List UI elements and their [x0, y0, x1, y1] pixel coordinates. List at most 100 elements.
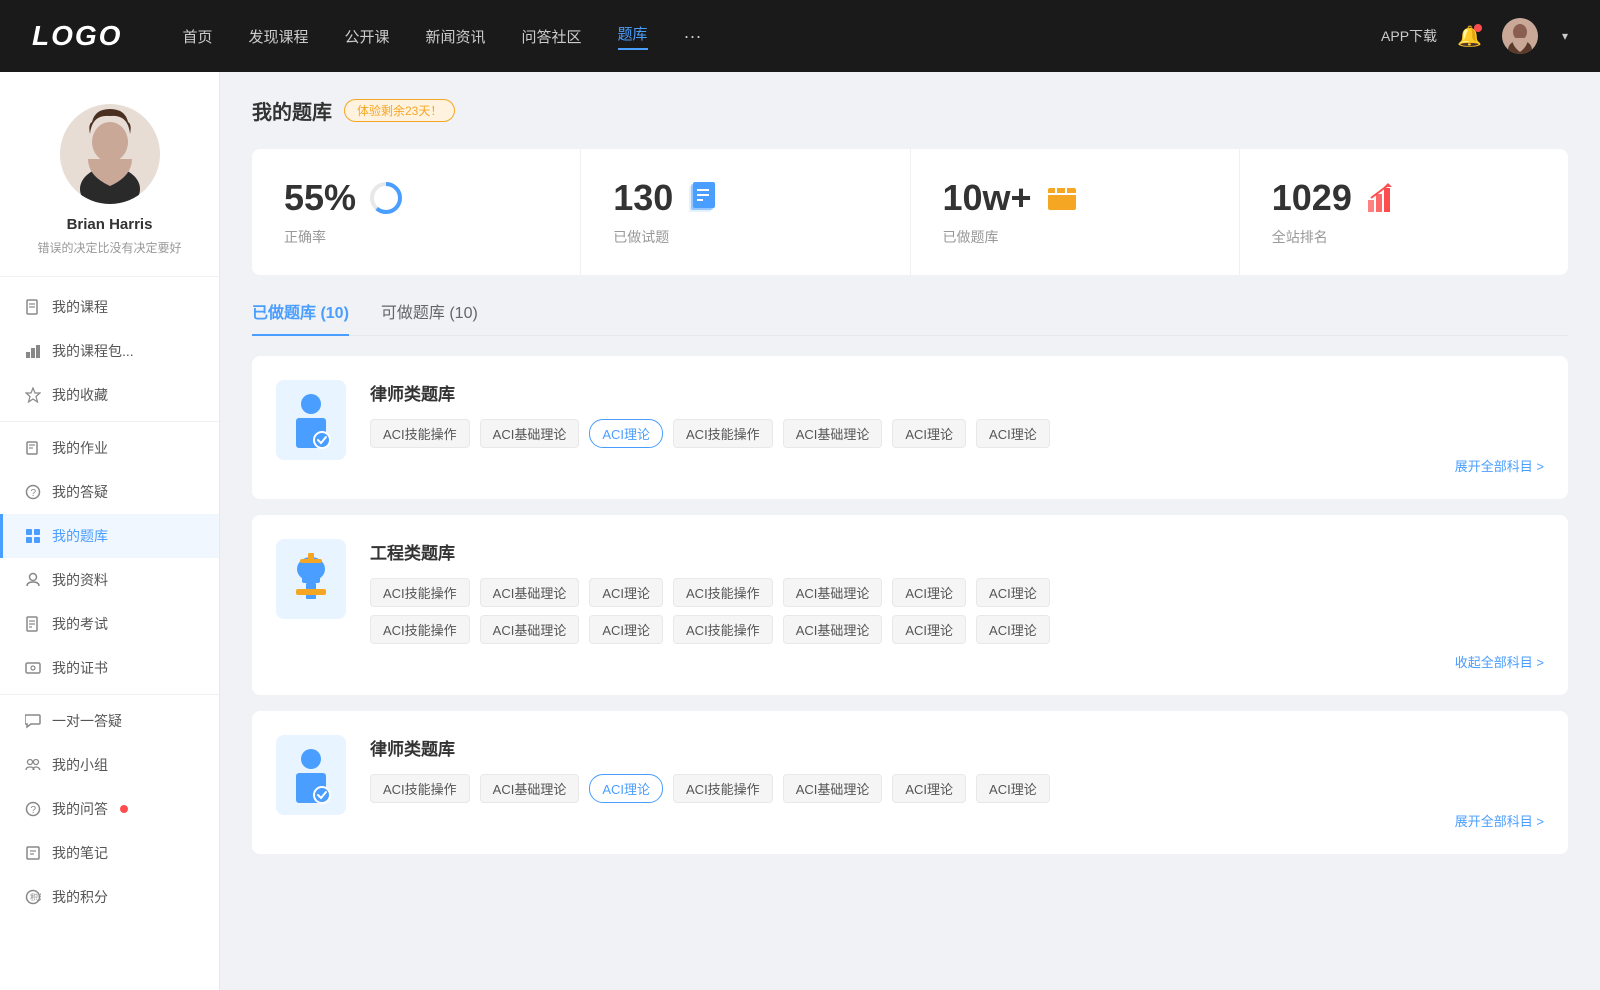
- law2-tag-6[interactable]: ACI理论: [976, 774, 1050, 803]
- qbank-card-engineering: 工程类题库 ACI技能操作 ACI基础理论 ACI理论 ACI技能操作 ACI基…: [252, 515, 1568, 695]
- notification-dot: [1474, 24, 1482, 32]
- stat-ranking-label: 全站排名: [1272, 227, 1536, 247]
- sidebar-item-1on1[interactable]: 一对一答疑: [0, 699, 219, 743]
- nav-links: 首页 发现课程 公开课 新闻资讯 问答社区 题库 ···: [182, 23, 1381, 50]
- sidebar-item-points[interactable]: 积分 我的积分: [0, 875, 219, 919]
- stat-questions-value: 130: [613, 177, 673, 219]
- tag-1[interactable]: ACI基础理论: [480, 419, 580, 448]
- file-icon: [24, 298, 42, 316]
- nav-home[interactable]: 首页: [182, 26, 212, 47]
- eng-tag-1[interactable]: ACI基础理论: [480, 578, 580, 607]
- qbank-tags-lawyer-1: ACI技能操作 ACI基础理论 ACI理论 ACI技能操作 ACI基础理论 AC…: [370, 419, 1544, 448]
- ranking-icon: [1364, 180, 1400, 216]
- sidebar-divider-1: [0, 421, 219, 422]
- sidebar-menu: 我的课程 我的课程包... 我的收藏 我的作业: [0, 277, 219, 927]
- nav-qbank[interactable]: 题库: [618, 23, 648, 50]
- law2-tag-5[interactable]: ACI理论: [892, 774, 966, 803]
- eng-tag-5[interactable]: ACI理论: [892, 578, 966, 607]
- sidebar-label-favorites: 我的收藏: [52, 385, 108, 405]
- eng-tag2-0[interactable]: ACI技能操作: [370, 615, 470, 644]
- law2-tag-4[interactable]: ACI基础理论: [783, 774, 883, 803]
- collapse-link-engineering[interactable]: 收起全部科目 >: [370, 652, 1544, 671]
- score-icon: 积分: [24, 888, 42, 906]
- sidebar-item-groups[interactable]: 我的小组: [0, 743, 219, 787]
- tab-available[interactable]: 可做题库 (10): [381, 299, 478, 335]
- page-header: 我的题库 体验剩余23天！: [252, 96, 1568, 125]
- trial-badge: 体验剩余23天！: [344, 99, 455, 122]
- law2-tag-0[interactable]: ACI技能操作: [370, 774, 470, 803]
- sidebar-item-qbank[interactable]: 我的题库: [0, 514, 219, 558]
- sidebar-item-exams[interactable]: 我的考试: [0, 602, 219, 646]
- sidebar-label-1on1: 一对一答疑: [52, 711, 122, 731]
- expand-link-lawyer-2[interactable]: 展开全部科目 >: [370, 811, 1544, 830]
- nav-news[interactable]: 新闻资讯: [426, 26, 486, 47]
- tag-4[interactable]: ACI基础理论: [783, 419, 883, 448]
- tag-6[interactable]: ACI理论: [976, 419, 1050, 448]
- tabs-row: 已做题库 (10) 可做题库 (10): [252, 299, 1568, 336]
- qbank-icon-lawyer-2: [276, 735, 346, 815]
- sidebar-item-courses[interactable]: 我的课程: [0, 285, 219, 329]
- nav-more[interactable]: ···: [684, 26, 702, 47]
- svg-text:积分: 积分: [30, 892, 41, 902]
- edit-icon: [24, 439, 42, 457]
- notification-bell[interactable]: 🔔: [1457, 24, 1482, 49]
- eng-tag2-5[interactable]: ACI理论: [892, 615, 966, 644]
- law2-tag-1[interactable]: ACI基础理论: [480, 774, 580, 803]
- logo[interactable]: LOGO: [32, 20, 122, 52]
- tag-2[interactable]: ACI理论: [589, 419, 663, 448]
- svg-text:?: ?: [31, 488, 37, 499]
- stat-questions-label: 已做试题: [613, 227, 877, 247]
- stat-ranking-value: 1029: [1272, 177, 1352, 219]
- navbar: LOGO 首页 发现课程 公开课 新闻资讯 问答社区 题库 ··· APP下载 …: [0, 0, 1600, 72]
- eng-tag2-3[interactable]: ACI技能操作: [673, 615, 773, 644]
- qbank-content-engineering: 工程类题库 ACI技能操作 ACI基础理论 ACI理论 ACI技能操作 ACI基…: [370, 539, 1544, 671]
- star-icon: [24, 386, 42, 404]
- sidebar-item-homework[interactable]: 我的作业: [0, 426, 219, 470]
- sidebar-label-homework: 我的作业: [52, 438, 108, 458]
- user-avatar[interactable]: [1502, 18, 1538, 54]
- eng-tag2-2[interactable]: ACI理论: [589, 615, 663, 644]
- sidebar-label-profile: 我的资料: [52, 570, 108, 590]
- eng-tag-4[interactable]: ACI基础理论: [783, 578, 883, 607]
- law2-tag-2[interactable]: ACI理论: [589, 774, 663, 803]
- sidebar-label-course-packages: 我的课程包...: [52, 341, 134, 361]
- eng-tag-2[interactable]: ACI理论: [589, 578, 663, 607]
- eng-tag-6[interactable]: ACI理论: [976, 578, 1050, 607]
- questions-done-icon: [685, 180, 721, 216]
- law2-tag-3[interactable]: ACI技能操作: [673, 774, 773, 803]
- sidebar-label-notes: 我的笔记: [52, 843, 108, 863]
- sidebar-item-course-packages[interactable]: 我的课程包...: [0, 329, 219, 373]
- qbank-content-lawyer-1: 律师类题库 ACI技能操作 ACI基础理论 ACI理论 ACI技能操作 ACI基…: [370, 380, 1544, 475]
- sidebar-item-profile[interactable]: 我的资料: [0, 558, 219, 602]
- stat-banks-label: 已做题库: [943, 227, 1207, 247]
- app-download-button[interactable]: APP下载: [1381, 26, 1437, 46]
- eng-tag2-1[interactable]: ACI基础理论: [480, 615, 580, 644]
- sidebar-item-my-qa[interactable]: ? 我的答疑: [0, 470, 219, 514]
- sidebar-item-questions[interactable]: ? 我的问答: [0, 787, 219, 831]
- questions-badge: [120, 805, 128, 813]
- tab-done[interactable]: 已做题库 (10): [252, 299, 349, 335]
- expand-link-lawyer-1[interactable]: 展开全部科目 >: [370, 456, 1544, 475]
- stat-accuracy-value: 55%: [284, 177, 356, 219]
- banks-done-icon: [1044, 180, 1080, 216]
- nav-public-course[interactable]: 公开课: [344, 26, 389, 47]
- sidebar-label-groups: 我的小组: [52, 755, 108, 775]
- sidebar-divider-2: [0, 694, 219, 695]
- sidebar-label-points: 我的积分: [52, 887, 108, 907]
- nav-discover[interactable]: 发现课程: [248, 26, 308, 47]
- nav-qa[interactable]: 问答社区: [522, 26, 582, 47]
- user-menu-chevron[interactable]: ▾: [1562, 29, 1568, 43]
- tag-0[interactable]: ACI技能操作: [370, 419, 470, 448]
- eng-tag2-4[interactable]: ACI基础理论: [783, 615, 883, 644]
- doc-icon: [24, 615, 42, 633]
- sidebar-item-certs[interactable]: 我的证书: [0, 646, 219, 690]
- tag-3[interactable]: ACI技能操作: [673, 419, 773, 448]
- bar-icon: [24, 342, 42, 360]
- tag-5[interactable]: ACI理论: [892, 419, 966, 448]
- eng-tag2-6[interactable]: ACI理论: [976, 615, 1050, 644]
- sidebar-item-favorites[interactable]: 我的收藏: [0, 373, 219, 417]
- eng-tag-0[interactable]: ACI技能操作: [370, 578, 470, 607]
- sidebar-item-notes[interactable]: 我的笔记: [0, 831, 219, 875]
- eng-tag-3[interactable]: ACI技能操作: [673, 578, 773, 607]
- sidebar-label-qbank: 我的题库: [52, 526, 108, 546]
